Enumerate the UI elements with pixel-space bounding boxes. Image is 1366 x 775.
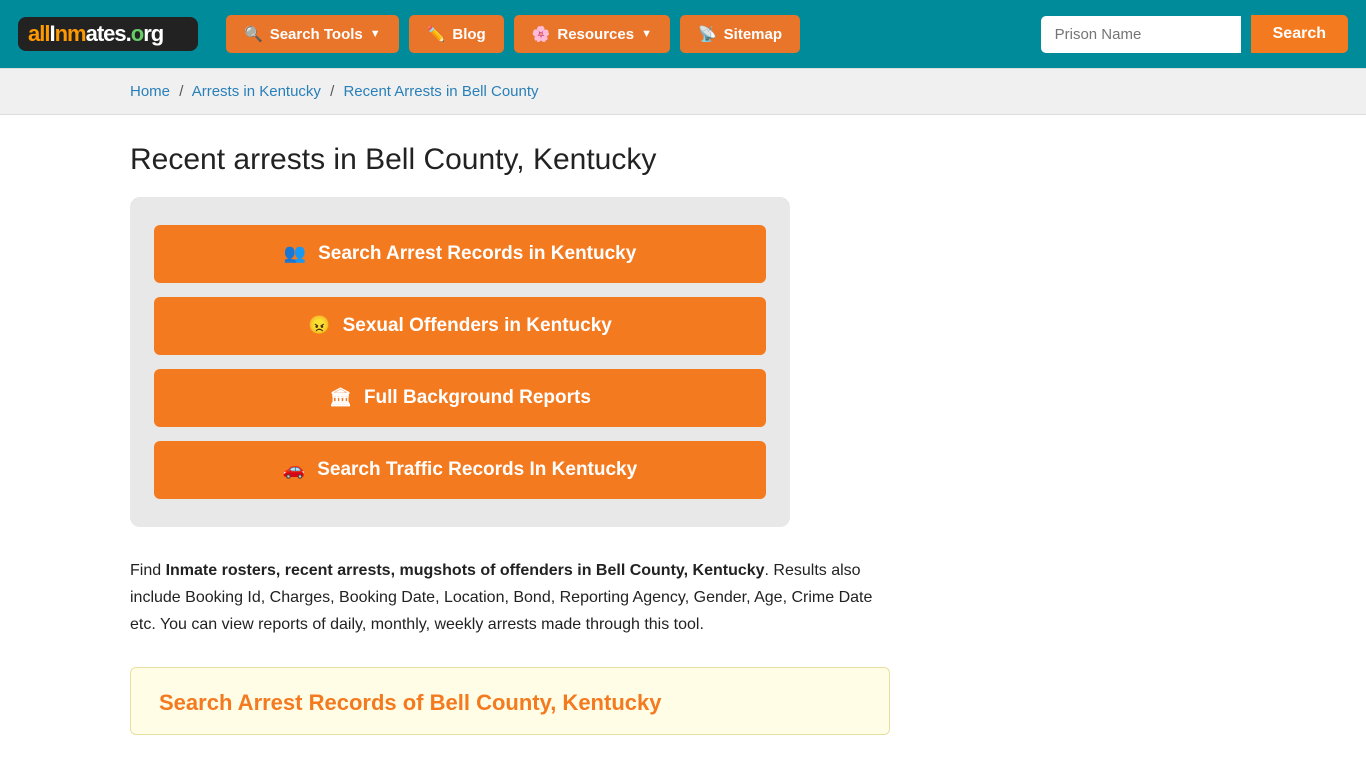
btn4-label: Search Traffic Records In Kentucky xyxy=(317,459,637,481)
sexual-offenders-button[interactable]: Sexual Offenders in Kentucky xyxy=(154,297,766,355)
resources-label: Resources xyxy=(557,26,634,43)
btn3-label: Full Background Reports xyxy=(364,387,591,409)
breadcrumb-sep1: / xyxy=(179,83,183,100)
btn2-label: Sexual Offenders in Kentucky xyxy=(343,315,612,337)
desc-bold: Inmate rosters, recent arrests, mugshots… xyxy=(166,562,765,579)
btn1-label: Search Arrest Records in Kentucky xyxy=(318,243,636,265)
nav-search-label: Search xyxy=(1273,25,1326,42)
people-icon xyxy=(284,243,306,265)
sitemap-label: Sitemap xyxy=(724,26,782,43)
nav-search-button[interactable]: Search xyxy=(1251,15,1348,53)
search-section-title: Search Arrest Records of Bell County, Ke… xyxy=(159,690,861,716)
car-icon xyxy=(283,459,305,481)
action-button-panel: Search Arrest Records in Kentucky Sexual… xyxy=(130,197,790,527)
logo-text: allInmates.org xyxy=(28,21,163,47)
resources-icon xyxy=(532,25,551,43)
building-icon xyxy=(329,387,352,409)
blog-label: Blog xyxy=(452,26,485,43)
breadcrumb-home[interactable]: Home xyxy=(130,83,170,100)
search-tools-caret: ▼ xyxy=(370,28,381,40)
breadcrumb-arrests-ky[interactable]: Arrests in Kentucky xyxy=(192,83,321,100)
main-content: Recent arrests in Bell County, Kentucky … xyxy=(0,115,1366,775)
blog-button[interactable]: Blog xyxy=(409,15,504,53)
resources-button[interactable]: Resources ▼ xyxy=(514,15,670,53)
background-reports-button[interactable]: Full Background Reports xyxy=(154,369,766,427)
search-tools-icon xyxy=(244,25,263,43)
page-title: Recent arrests in Bell County, Kentucky xyxy=(130,143,1236,177)
traffic-records-button[interactable]: Search Traffic Records In Kentucky xyxy=(154,441,766,499)
breadcrumb: Home / Arrests in Kentucky / Recent Arre… xyxy=(0,68,1366,115)
site-logo[interactable]: allInmates.org xyxy=(18,17,198,51)
search-section: Search Arrest Records of Bell County, Ke… xyxy=(130,667,890,735)
search-arrest-records-button[interactable]: Search Arrest Records in Kentucky xyxy=(154,225,766,283)
sitemap-button[interactable]: Sitemap xyxy=(680,15,800,53)
blog-icon xyxy=(427,25,446,43)
search-tools-button[interactable]: Search Tools ▼ xyxy=(226,15,399,53)
resources-caret: ▼ xyxy=(641,28,652,40)
description-text: Find Inmate rosters, recent arrests, mug… xyxy=(130,557,890,639)
prison-search-input[interactable] xyxy=(1041,16,1241,53)
desc-intro: Find xyxy=(130,562,166,579)
sitemap-icon xyxy=(698,25,717,43)
offender-icon xyxy=(308,315,330,337)
breadcrumb-sep2: / xyxy=(330,83,334,100)
search-tools-label: Search Tools xyxy=(270,26,363,43)
breadcrumb-current: Recent Arrests in Bell County xyxy=(343,83,538,100)
